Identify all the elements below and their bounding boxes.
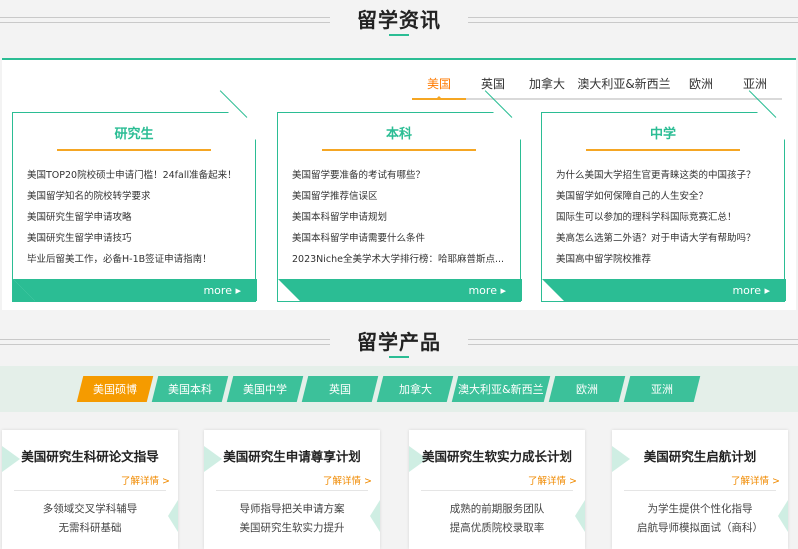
news-list: 为什么美国大学招生官更青睐这类的中国孩子？ 美国留学如何保障自己的人生安全？ 国… [542, 151, 784, 270]
news-item[interactable]: 美国留学要准备的考试有哪些？ [292, 165, 507, 186]
circle-arrow-right-icon: ▸ [235, 284, 241, 297]
product-feature: 导师指导把关申请方案 [239, 503, 345, 515]
title-underline [389, 356, 409, 358]
tab-us-undergrad[interactable]: 美国本科 [151, 376, 229, 402]
product-feature: 提高优质院校录取率 [449, 522, 545, 534]
card-title: 中学 [649, 127, 676, 142]
card-footer: more ▸ [542, 279, 786, 301]
product-title: 美国研究生申请尊享计划 [223, 449, 361, 464]
news-item[interactable]: 美高怎么选第二外语？对于申请大学有帮助吗？ [556, 228, 771, 249]
news-section-header: 留学资讯 [0, 0, 798, 40]
news-list: 美国TOP20院校硕士申请门槛！24fall准备起来！ 美国留学知名的院校转学要… [13, 151, 255, 270]
card-title: 研究生 [114, 127, 154, 142]
news-list: 美国留学要准备的考试有哪些？ 美国留学推荐信误区 美国本科留学申请规划 美国本科… [278, 151, 520, 270]
product-card[interactable]: 美国研究生申请尊享计划 了解详情 > 导师指导把关申请方案 美国研究生软实力提升 [204, 430, 380, 549]
circle-arrow-right-icon: ▸ [500, 284, 506, 297]
product-card[interactable]: 美国研究生科研论文指导 了解详情 > 多领域交叉学科辅导 无需科研基础 [2, 430, 178, 549]
card-footer: more ▸ [278, 279, 522, 301]
news-card-undergraduate: 本科 美国留学要准备的考试有哪些？ 美国留学推荐信误区 美国本科留学申请规划 美… [277, 90, 522, 302]
card-title: 本科 [385, 127, 412, 142]
tab-us-masters-phd[interactable]: 美国硕博 [76, 376, 154, 402]
tab-europe[interactable]: 欧洲 [674, 72, 728, 100]
tab-australia-nz[interactable]: 澳大利亚&新西兰 [574, 72, 674, 100]
tab-us-high-school[interactable]: 美国中学 [226, 376, 304, 402]
product-section-title: 留学产品 [357, 330, 441, 354]
news-item[interactable]: 美国留学如何保障自己的人生安全？ [556, 186, 771, 207]
product-title: 美国研究生科研论文指导 [21, 449, 159, 464]
card-footer: more ▸ [13, 279, 257, 301]
circle-arrow-right-icon: ▸ [764, 284, 770, 297]
news-item[interactable]: 美国研究生留学申请技巧 [27, 228, 242, 249]
product-feature: 美国研究生软实力提升 [239, 522, 345, 534]
tab-uk[interactable]: 英国 [466, 72, 520, 100]
news-item[interactable]: 国际生可以参加的理科学科国际竞赛汇总！ [556, 207, 771, 228]
tab-canada[interactable]: 加拿大 [520, 72, 574, 100]
detail-link[interactable]: 了解详情 > [323, 473, 372, 487]
product-feature: 启航导师模拟面试（商科） [637, 522, 763, 534]
product-section-header: 留学产品 [0, 322, 798, 362]
more-link[interactable]: more ▸ [203, 284, 241, 297]
news-item[interactable]: 为什么美国大学招生官更青睐这类的中国孩子？ [556, 165, 771, 186]
more-link[interactable]: more ▸ [732, 284, 770, 297]
news-card-high-school: 中学 为什么美国大学招生官更青睐这类的中国孩子？ 美国留学如何保障自己的人生安全… [541, 90, 786, 302]
news-item[interactable]: 美国研究生留学申请攻略 [27, 207, 242, 228]
more-link[interactable]: more ▸ [468, 284, 506, 297]
news-item[interactable]: 2023Niche全美学术大学排行榜：哈耶麻普斯点... [292, 249, 507, 270]
news-item[interactable]: 美国本科留学申请需要什么条件 [292, 228, 507, 249]
news-item[interactable]: 美国留学推荐信误区 [292, 186, 507, 207]
news-item[interactable]: 美国留学知名的院校转学要求 [27, 186, 242, 207]
product-feature: 多领域交叉学科辅导 [42, 503, 138, 515]
tab-uk[interactable]: 英国 [301, 376, 379, 402]
news-section-title: 留学资讯 [357, 8, 441, 32]
product-feature: 为学生提供个性化指导 [647, 503, 753, 515]
tab-australia-nz[interactable]: 澳大利亚&新西兰 [451, 376, 551, 402]
tab-usa[interactable]: 美国 [412, 72, 466, 100]
tab-europe[interactable]: 欧洲 [548, 376, 626, 402]
news-item[interactable]: 毕业后留美工作，必备H-1B签证申请指南！ [27, 249, 242, 270]
tab-canada[interactable]: 加拿大 [376, 376, 454, 402]
product-tab-band: 美国硕博 美国本科 美国中学 英国 加拿大 澳大利亚&新西兰 欧洲 亚洲 [0, 366, 798, 412]
product-card[interactable]: 美国研究生启航计划 了解详情 > 为学生提供个性化指导 启航导师模拟面试（商科） [612, 430, 788, 549]
region-tabs: 美国 英国 加拿大 澳大利亚&新西兰 欧洲 亚洲 [412, 72, 782, 100]
news-item[interactable]: 美国高中留学院校推荐 [556, 249, 771, 270]
news-item[interactable]: 美国本科留学申请规划 [292, 207, 507, 228]
title-underline [389, 34, 409, 36]
detail-link[interactable]: 了解详情 > [528, 473, 577, 487]
product-tabs: 美国硕博 美国本科 美国中学 英国 加拿大 澳大利亚&新西兰 欧洲 亚洲 [76, 376, 702, 402]
product-title: 美国研究生软实力成长计划 [421, 449, 572, 464]
news-card-graduate: 研究生 美国TOP20院校硕士申请门槛！24fall准备起来！ 美国留学知名的院… [12, 90, 257, 302]
product-card[interactable]: 美国研究生软实力成长计划 了解详情 > 成熟的前期服务团队 提高优质院校录取率 [409, 430, 585, 549]
product-feature: 成熟的前期服务团队 [449, 503, 545, 515]
news-item[interactable]: 美国TOP20院校硕士申请门槛！24fall准备起来！ [27, 165, 242, 186]
product-feature: 无需科研基础 [58, 522, 122, 534]
news-panel: 美国 英国 加拿大 澳大利亚&新西兰 欧洲 亚洲 研究生 美国TOP20院校硕士… [2, 58, 796, 310]
detail-link[interactable]: 了解详情 > [121, 473, 170, 487]
tab-asia[interactable]: 亚洲 [623, 376, 701, 402]
product-title: 美国研究生启航计划 [643, 449, 757, 464]
detail-link[interactable]: 了解详情 > [731, 473, 780, 487]
